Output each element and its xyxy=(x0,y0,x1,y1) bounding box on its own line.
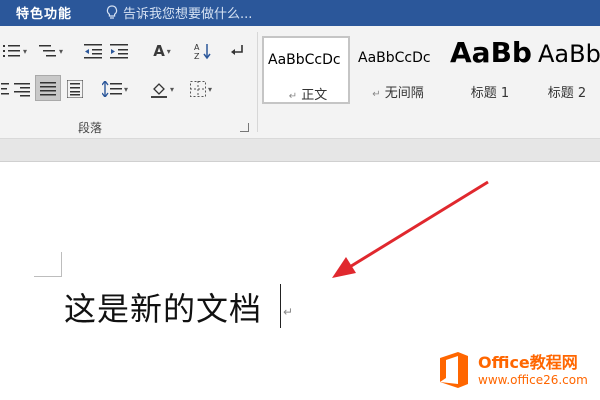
watermark-url: www.office26.com xyxy=(478,372,588,387)
red-arrow-annotation xyxy=(332,180,489,278)
watermark-brand: Office教程网 xyxy=(478,352,578,372)
watermark: Office教程网 www.office26.com xyxy=(436,350,588,390)
office-logo-icon xyxy=(440,352,468,388)
